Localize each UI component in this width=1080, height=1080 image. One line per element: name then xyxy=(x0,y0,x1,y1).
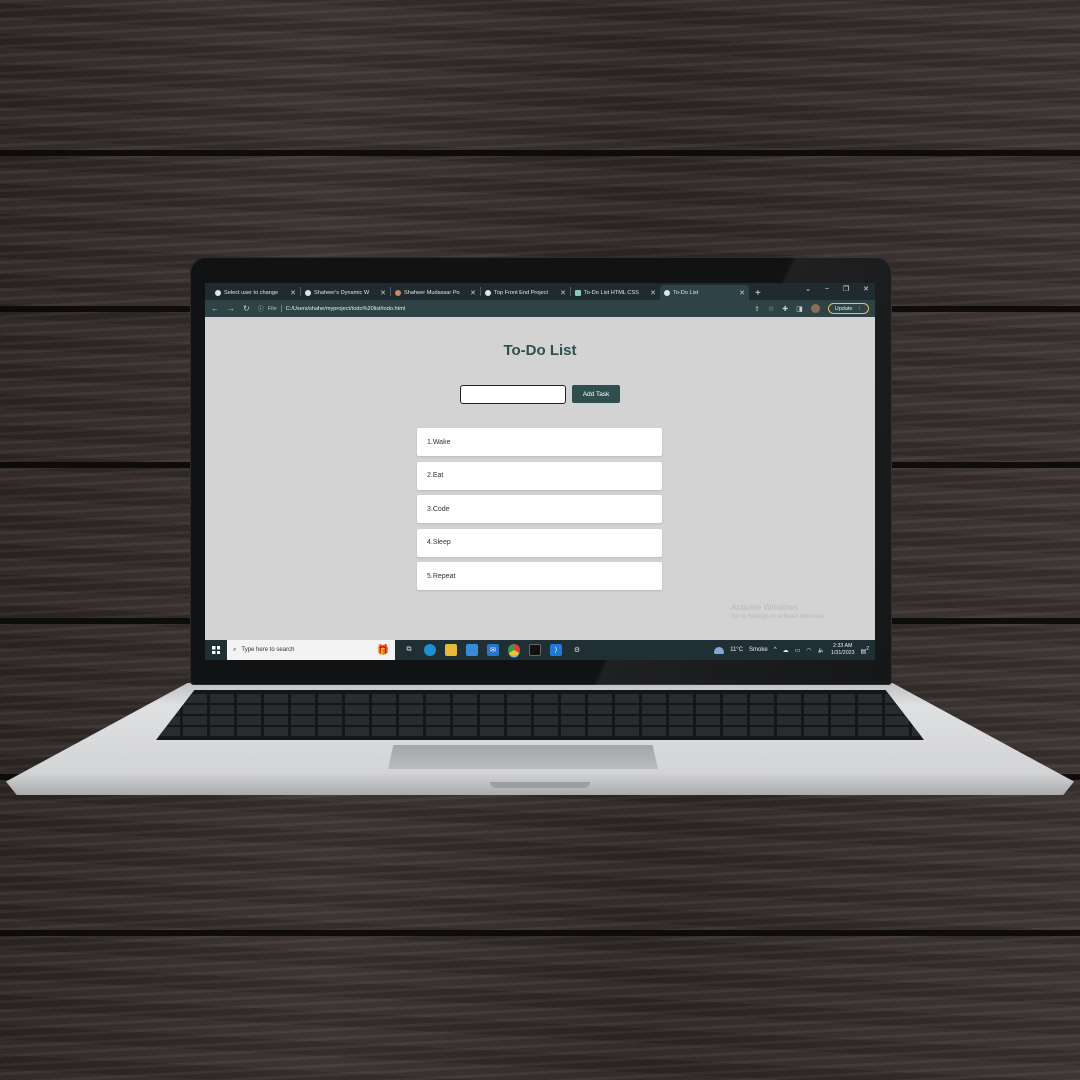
laptop-trackpad xyxy=(388,745,658,769)
volume-icon[interactable]: 🔈 xyxy=(817,647,824,654)
cloud-icon[interactable]: ☁ xyxy=(783,647,789,654)
tab-label: To-Do List xyxy=(673,289,699,296)
side-panel-icon[interactable]: ◨ xyxy=(796,305,803,313)
clock-time: 2:33 AM xyxy=(833,643,853,650)
close-window-icon[interactable]: ✕ xyxy=(863,285,869,293)
notification-icon[interactable]: ▤2 xyxy=(861,646,869,655)
browser-tab-active[interactable]: To-Do List ✕ xyxy=(660,285,749,300)
taskbar-apps: ⧉ ✉ ⟩ ⚙ xyxy=(395,644,583,656)
update-label: Update xyxy=(834,305,853,312)
task-view-icon[interactable]: ⧉ xyxy=(403,644,415,656)
browser-toolbar: ← → ↻ ⓘ File C:/Users/shahe/myproject/to… xyxy=(205,300,875,317)
info-icon[interactable]: ⓘ xyxy=(258,304,264,313)
mail-icon[interactable]: ✉ xyxy=(487,644,499,656)
store-icon[interactable] xyxy=(466,644,478,656)
laptop-screen: Select user to change ✕ Shaheer's Dynami… xyxy=(205,283,875,660)
terminal-icon[interactable] xyxy=(529,644,541,656)
task-input[interactable] xyxy=(460,385,566,404)
browser-tab[interactable]: Shaheer's Dynamic W ✕ xyxy=(301,285,390,300)
tab-favicon-icon xyxy=(664,289,670,296)
weather-icon[interactable] xyxy=(714,646,725,654)
search-placeholder: Type here to search xyxy=(241,647,295,653)
tab-label: Shaheer's Dynamic W xyxy=(314,289,370,296)
taskbar-clock[interactable]: 2:33 AM 1/31/2023 xyxy=(831,643,855,656)
task-list: 1.Wake 2.Eat 3.Code 4.Sleep 5.Repeat xyxy=(417,428,662,596)
minimize-icon[interactable]: – xyxy=(825,285,829,293)
task-item[interactable]: 3.Code xyxy=(417,495,662,523)
windows-taskbar: ⌕ Type here to search 🎁 ⧉ ✉ ⟩ ⚙ 11°C Smo… xyxy=(205,640,875,660)
browser-tab[interactable]: To-Do List HTML CSS ✕ xyxy=(571,285,660,300)
clock-date: 1/31/2023 xyxy=(830,650,855,656)
watermark-title: Activate Windows xyxy=(731,602,799,612)
forward-icon[interactable]: → xyxy=(227,304,235,313)
tab-search-icon[interactable]: ⌄ xyxy=(805,285,811,293)
activate-windows-watermark: Activate Windows Go to Settings to activ… xyxy=(731,602,826,620)
chevron-up-icon[interactable]: ^ xyxy=(774,647,777,653)
browser-tab[interactable]: Select user to change ✕ xyxy=(211,285,300,300)
update-button[interactable]: Update ⋮ xyxy=(827,303,869,314)
windows-logo-icon xyxy=(212,646,220,654)
weather-desc[interactable]: Smoke xyxy=(749,647,768,653)
address-bar[interactable]: ⓘ File C:/Users/shahe/myproject/todo%20l… xyxy=(258,303,746,315)
browser-tab[interactable]: Shaheer Mudassar Po ✕ xyxy=(391,285,480,300)
new-tab-button[interactable]: + xyxy=(749,288,767,300)
omnibox-divider xyxy=(280,305,282,312)
browser-tab-strip: Select user to change ✕ Shaheer's Dynami… xyxy=(205,283,875,300)
restore-icon[interactable]: ❐ xyxy=(843,285,849,293)
file-chip: File xyxy=(267,305,277,312)
tab-close-icon[interactable]: ✕ xyxy=(560,289,566,297)
tab-label: To-Do List HTML CSS xyxy=(584,289,639,296)
wifi-icon[interactable]: ◠ xyxy=(806,647,811,654)
search-icon: ⌕ xyxy=(233,646,237,653)
vscode-icon[interactable]: ⟩ xyxy=(550,644,562,656)
menu-dots-icon: ⋮ xyxy=(856,305,863,312)
laptop-keyboard xyxy=(156,690,924,740)
system-tray: 11°C Smoke ^ ☁ ▭ ◠ 🔈 2:33 AM 1/31/2023 ▤… xyxy=(714,643,875,656)
tab-favicon-icon xyxy=(575,289,581,296)
tab-favicon-icon xyxy=(305,289,311,296)
tab-label: Top Front End Project xyxy=(494,289,549,296)
task-item[interactable]: 2.Eat xyxy=(417,461,662,490)
file-explorer-icon[interactable] xyxy=(445,644,457,656)
share-icon[interactable]: ⇪ xyxy=(754,305,760,313)
tab-close-icon[interactable]: ✕ xyxy=(739,289,745,297)
reload-icon[interactable]: ↻ xyxy=(243,304,250,313)
tab-favicon-icon xyxy=(395,289,401,296)
start-button[interactable] xyxy=(205,640,227,660)
back-icon[interactable]: ← xyxy=(211,304,219,313)
page-title: To-Do List xyxy=(503,342,577,359)
task-item[interactable]: 4.Sleep xyxy=(417,528,662,557)
tab-close-icon[interactable]: ✕ xyxy=(290,289,296,297)
browser-tab[interactable]: Top Front End Project ✕ xyxy=(481,285,570,300)
profile-avatar[interactable] xyxy=(810,304,820,313)
tab-close-icon[interactable]: ✕ xyxy=(470,289,476,297)
watermark-subtitle: Go to Settings to activate Windows. xyxy=(731,614,826,620)
window-controls: ⌄ – ❐ ✕ xyxy=(805,285,869,293)
tab-label: Shaheer Mudassar Po xyxy=(404,289,460,296)
tab-label: Select user to change xyxy=(224,289,279,296)
settings-icon[interactable]: ⚙ xyxy=(571,644,583,656)
bookmark-star-icon[interactable]: ☆ xyxy=(768,305,774,313)
extensions-icon[interactable]: ✚ xyxy=(782,305,788,313)
taskbar-search[interactable]: ⌕ Type here to search 🎁 xyxy=(227,640,395,660)
url-text[interactable]: C:/Users/shahe/myproject/todo%20list/tod… xyxy=(286,306,405,312)
tab-favicon-icon xyxy=(215,289,221,296)
weather-temp[interactable]: 11°C xyxy=(730,647,743,653)
add-task-button[interactable]: Add Task xyxy=(572,385,620,403)
edge-icon[interactable] xyxy=(424,644,436,656)
task-item[interactable]: 1.Wake xyxy=(417,428,662,456)
task-item[interactable]: 5.Repeat xyxy=(417,562,662,590)
todo-page: To-Do List Add Task 1.Wake 2.Eat 3.Code … xyxy=(205,317,875,640)
battery-icon[interactable]: ▭ xyxy=(795,647,801,654)
tab-favicon-icon xyxy=(485,289,491,296)
tab-close-icon[interactable]: ✕ xyxy=(650,289,656,297)
chrome-icon[interactable] xyxy=(508,644,520,656)
notification-count: 2 xyxy=(866,645,869,652)
laptop-notch xyxy=(490,782,590,788)
gift-icon: 🎁 xyxy=(376,644,389,656)
tab-close-icon[interactable]: ✕ xyxy=(380,289,386,297)
